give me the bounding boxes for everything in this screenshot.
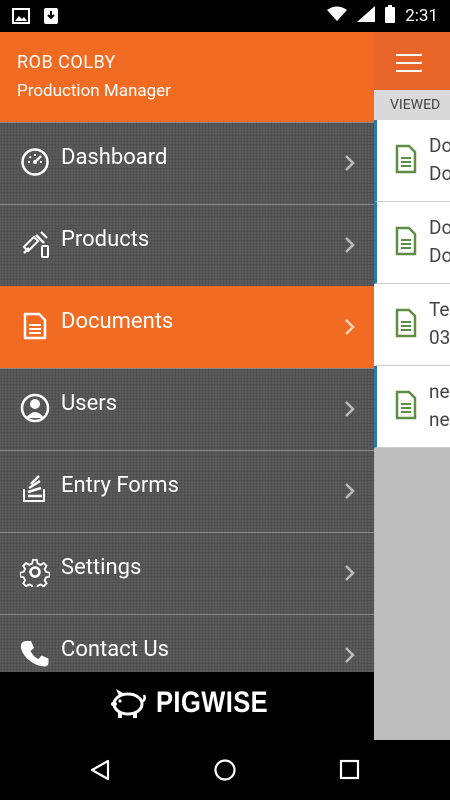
tab-viewed[interactable]: VIEWED [374,90,450,120]
menu-item-label: Settings [61,555,142,580]
list-item-subtitle: 03 [429,326,450,349]
document-icon [395,226,417,256]
back-icon[interactable] [88,758,112,782]
menu-item-label: Documents [61,309,174,334]
menu-item-label: Products [61,227,150,252]
hamburger-icon[interactable] [396,54,422,78]
forms-icon [23,475,45,502]
menu-item-label: Users [61,391,118,416]
list-item[interactable]: Do Do [374,202,450,284]
document-list: Do Do Do Do Te 03 ne ne [374,120,450,448]
download-icon [42,7,60,29]
gear-icon [20,558,50,587]
syringe-icon [22,231,49,258]
speedometer-icon [21,148,49,176]
wifi-icon [327,6,348,27]
chevron-right-icon [345,401,355,417]
list-item-subtitle: Do [429,162,450,185]
drawer-menu: Dashboard Products Documents Users Entry… [0,122,374,696]
list-item-title: Do [429,134,450,157]
pig-icon [111,689,146,718]
navigation-drawer: ROB COLBY Production Manager Dashboard P… [0,32,374,740]
menu-item-users[interactable]: Users [0,368,374,450]
system-nav-bar [0,740,450,800]
menu-item-label: Dashboard [61,145,168,170]
menu-item-label: Entry Forms [61,473,179,498]
drawer-footer: PIGWISE [0,672,374,740]
status-bar: 2:31 [0,0,450,32]
chevron-right-icon [345,483,355,499]
battery-icon [385,4,396,28]
list-item-title: ne [429,380,450,403]
list-item[interactable]: Te 03 [374,284,450,366]
document-icon [395,308,417,338]
document-icon [395,390,417,420]
menu-item-products[interactable]: Products [0,204,374,286]
document-icon [395,144,417,174]
list-item-title: Te [429,298,450,321]
chevron-right-icon [345,237,355,253]
menu-item-settings[interactable]: Settings [0,532,374,614]
chevron-right-icon [345,647,355,663]
list-item-subtitle: Do [429,244,450,267]
menu-item-documents[interactable]: Documents [0,286,374,368]
home-icon[interactable] [213,758,237,782]
chevron-right-icon [345,565,355,581]
list-item[interactable]: Do Do [374,120,450,202]
logo-text: PIGWISE [156,686,269,719]
signal-icon [357,5,376,27]
background-app: VIEWED Do Do Do Do Te 03 ne ne [374,32,450,740]
list-item-subtitle: ne [429,408,450,431]
chevron-right-icon [345,155,355,171]
phone-icon [20,641,49,667]
user-name: ROB COLBY [17,52,116,73]
app-toolbar [374,32,450,90]
recents-icon[interactable] [339,758,361,782]
chevron-right-icon [345,319,355,335]
menu-item-label: Contact Us [61,637,169,662]
menu-item-dashboard[interactable]: Dashboard [0,122,374,204]
user-icon [20,393,50,423]
image-icon [12,7,30,29]
user-role: Production Manager [17,81,171,101]
status-time: 2:31 [405,6,438,26]
menu-item-entry-forms[interactable]: Entry Forms [0,450,374,532]
list-item[interactable]: ne ne [374,366,450,448]
document-icon [23,312,47,340]
list-item-title: Do [429,216,450,239]
pigwise-logo: PIGWISE [108,686,288,720]
drawer-header: ROB COLBY Production Manager [0,32,374,122]
